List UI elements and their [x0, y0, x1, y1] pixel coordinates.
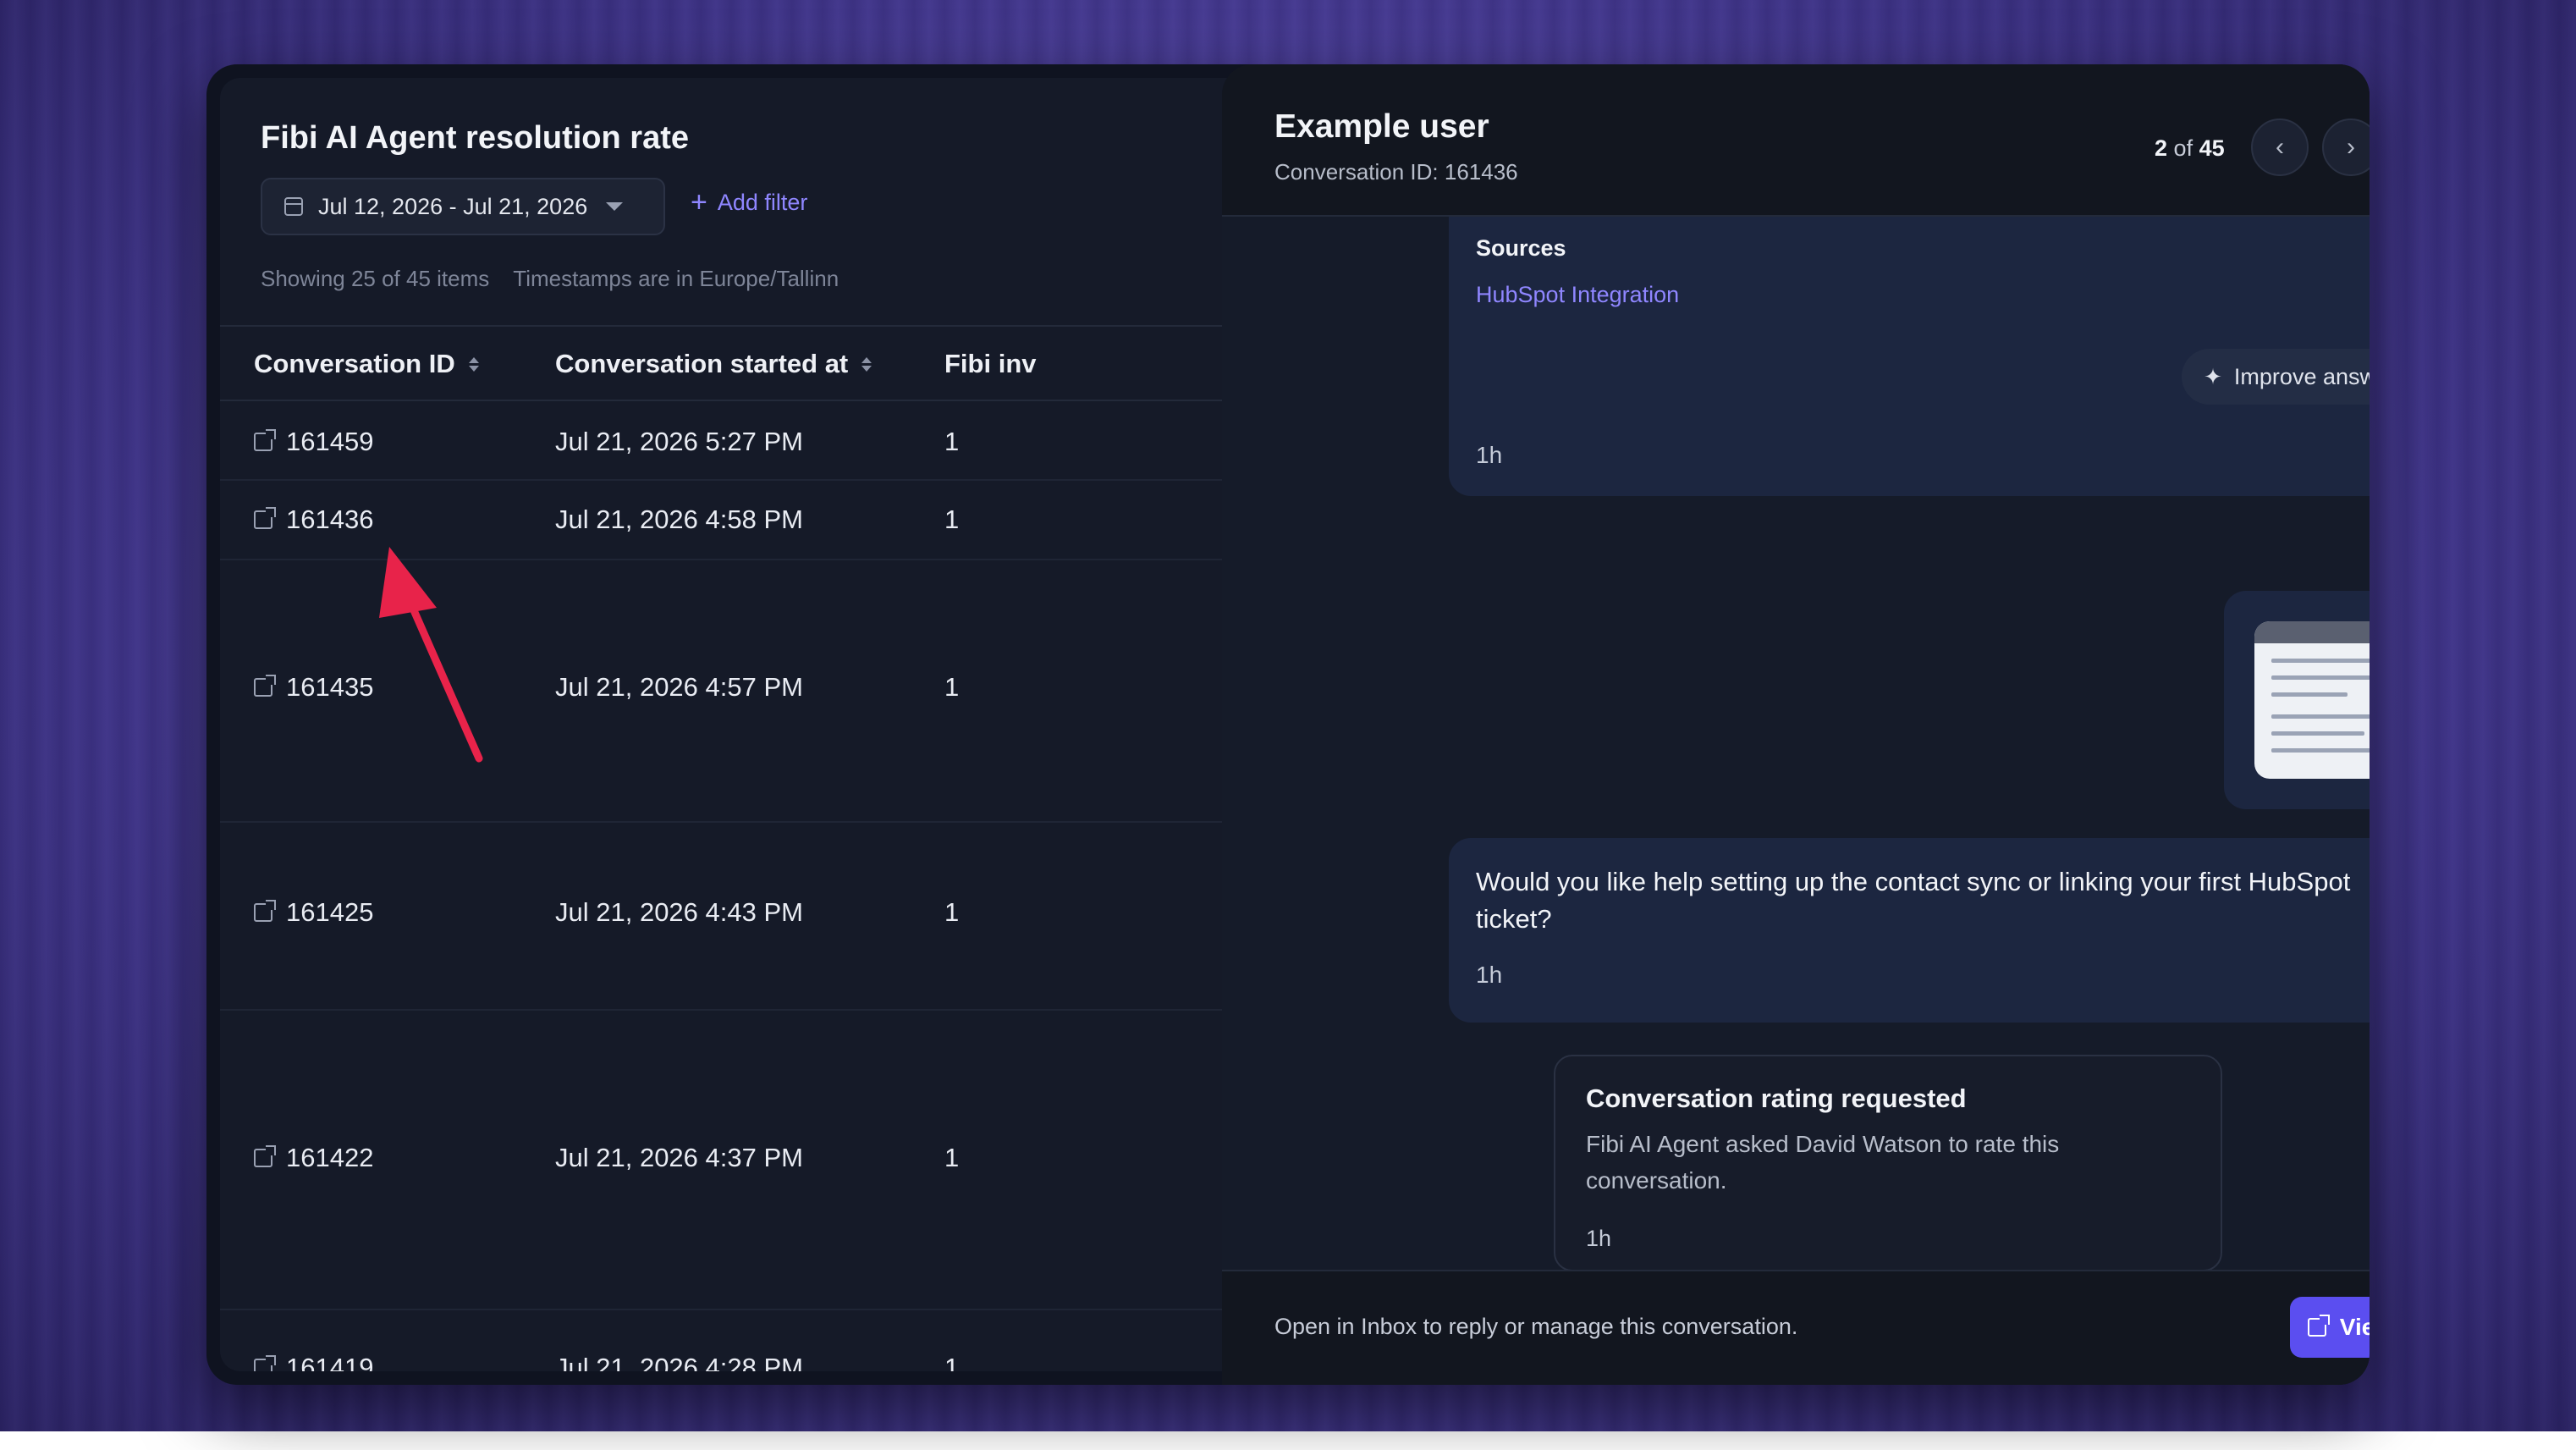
drawer-footer: Open in Inbox to reply or manage this co…	[1222, 1270, 2370, 1385]
conversation-id[interactable]: 161459	[286, 427, 373, 457]
table-row[interactable]: 161422 Jul 21, 2026 4:37 PM 1	[220, 1011, 1236, 1310]
conversation-id[interactable]: 161422	[286, 1143, 373, 1173]
timezone-note: Timestamps are in Europe/Tallinn	[513, 266, 839, 291]
column-conversation-id[interactable]: Conversation ID	[254, 349, 479, 379]
conversation-id[interactable]: 161425	[286, 897, 373, 928]
external-link-icon[interactable]	[254, 507, 276, 529]
bottom-strip	[0, 1431, 2576, 1450]
conversation-id[interactable]: 161435	[286, 672, 373, 703]
table-row[interactable]: 161425 Jul 21, 2026 4:43 PM 1	[220, 823, 1236, 1011]
view-in-inbox-button[interactable]: View in Inbox	[2290, 1297, 2370, 1358]
footer-hint: Open in Inbox to reply or manage this co…	[1274, 1314, 1798, 1339]
source-link[interactable]: HubSpot Integration	[1476, 282, 1679, 308]
started-at: Jul 21, 2026 4:37 PM	[555, 1143, 803, 1172]
add-filter-button[interactable]: + Add filter	[691, 188, 807, 217]
external-link-icon[interactable]	[254, 900, 276, 922]
bot-message-question: Would you like help setting up the conta…	[1449, 838, 2370, 1023]
app-window: Fibi AI Agent resolution rate Jul 12, 20…	[206, 64, 2370, 1385]
bot-message-sources: Sources HubSpot Integration ✦ Improve an…	[1449, 217, 2370, 496]
fibi-count: 1	[944, 427, 960, 456]
external-link-icon[interactable]	[254, 429, 276, 451]
previous-button[interactable]: ‹	[2251, 119, 2309, 176]
started-at: Jul 21, 2026 5:27 PM	[555, 427, 803, 456]
pager-text: 2 of 45	[2155, 135, 2225, 161]
item-count: Showing 25 of 45 items	[261, 266, 490, 291]
calendar-icon	[284, 197, 303, 216]
started-at: Jul 21, 2026 4:43 PM	[555, 897, 803, 927]
table-row[interactable]: 161459 Jul 21, 2026 5:27 PM 1	[220, 401, 1236, 481]
rating-time: 1h	[1586, 1226, 1612, 1251]
next-button[interactable]: ›	[2322, 119, 2370, 176]
started-at: Jul 21, 2026 4:58 PM	[555, 504, 803, 534]
column-fibi-involvement[interactable]: Fibi inv	[944, 349, 1037, 379]
conversation-id[interactable]: 161436	[286, 504, 373, 535]
conversation-drawer: Example user Conversation ID: 161436 2 o…	[1222, 64, 2370, 1385]
message-text: Would you like help setting up the conta…	[1476, 867, 2351, 934]
sparkle-icon: ✦	[2204, 363, 2222, 389]
conversation-id-label: Conversation ID: 161436	[1274, 159, 1518, 185]
conversation-timeline: Sources HubSpot Integration ✦ Improve an…	[1222, 217, 2370, 1270]
fibi-count: 1	[944, 1143, 960, 1172]
add-filter-label: Add filter	[717, 189, 808, 215]
fibi-count: 1	[944, 897, 960, 927]
fibi-count: 1	[944, 672, 960, 702]
sources-label: Sources	[1476, 235, 1566, 261]
screenshot-thumbnail[interactable]	[2254, 621, 2370, 779]
external-link-icon	[2307, 1315, 2330, 1337]
fibi-count: 1	[944, 504, 960, 534]
started-at: Jul 21, 2026 4:28 PM	[555, 1353, 803, 1371]
external-link-icon[interactable]	[254, 675, 276, 697]
table-row[interactable]: 161435 Jul 21, 2026 4:57 PM 1	[220, 560, 1236, 823]
sort-icon	[468, 356, 479, 372]
sort-icon	[861, 356, 872, 372]
contact-name: Example user	[1274, 108, 1489, 145]
message-time: 1h	[1476, 962, 1503, 988]
report-title: Fibi AI Agent resolution rate	[261, 120, 689, 156]
conversation-id[interactable]: 161419	[286, 1353, 373, 1371]
rating-title: Conversation rating requested	[1586, 1083, 1967, 1113]
bot-message-image	[2224, 591, 2370, 809]
table-row[interactable]: 161419 Jul 21, 2026 4:28 PM 1	[220, 1310, 1236, 1371]
rating-description: Fibi AI Agent asked David Watson to rate…	[1586, 1131, 2060, 1194]
chevron-right-icon: ›	[2347, 133, 2355, 161]
external-link-icon[interactable]	[254, 1145, 276, 1167]
external-link-icon[interactable]	[254, 1355, 276, 1371]
rating-request-card: Conversation rating requested Fibi AI Ag…	[1554, 1055, 2222, 1270]
report-panel: Fibi AI Agent resolution rate Jul 12, 20…	[220, 78, 1236, 1371]
chevron-down-icon	[606, 202, 624, 211]
fibi-count: 1	[944, 1353, 960, 1371]
date-range-label: Jul 12, 2026 - Jul 21, 2026	[318, 193, 588, 219]
date-range-picker[interactable]: Jul 12, 2026 - Jul 21, 2026	[261, 178, 665, 235]
column-started-at[interactable]: Conversation started at	[555, 349, 872, 379]
message-time: 1h	[1476, 442, 1503, 468]
table-meta: Showing 25 of 45 items Timestamps are in …	[261, 266, 839, 292]
table-header: Conversation ID Conversation started at …	[220, 325, 1236, 401]
drawer-header: Example user Conversation ID: 161436 2 o…	[1222, 64, 2370, 217]
table-row[interactable]: 161436 Jul 21, 2026 4:58 PM 1	[220, 481, 1236, 560]
started-at: Jul 21, 2026 4:57 PM	[555, 672, 803, 702]
chevron-left-icon: ‹	[2276, 133, 2284, 161]
plus-icon: +	[691, 186, 707, 218]
improve-answer-button[interactable]: ✦ Improve answer	[2182, 349, 2370, 405]
